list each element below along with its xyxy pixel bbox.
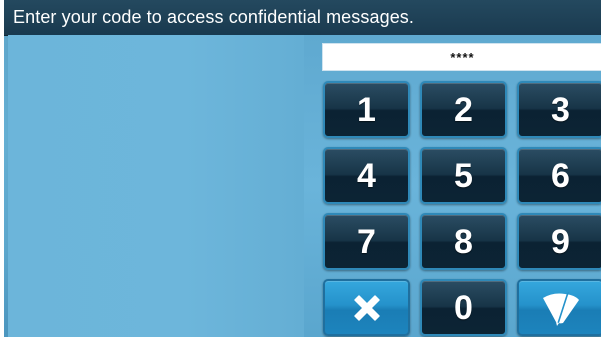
key-7[interactable]: 7 xyxy=(323,213,410,270)
key-4[interactable]: 4 xyxy=(323,147,410,204)
key-5[interactable]: 5 xyxy=(420,147,507,204)
key-1[interactable]: 1 xyxy=(323,81,410,138)
key-label: 0 xyxy=(454,288,473,327)
page-title: Enter your code to access confidential m… xyxy=(13,7,415,27)
code-input[interactable]: **** xyxy=(322,43,601,71)
key-2[interactable]: 2 xyxy=(420,81,507,138)
code-entry-screen: Enter your code to access confidential m… xyxy=(0,0,605,341)
eraser-icon xyxy=(539,289,583,327)
key-6[interactable]: 6 xyxy=(517,147,601,204)
key-label: 5 xyxy=(454,156,473,195)
key-label: 3 xyxy=(551,90,570,129)
key-9[interactable]: 9 xyxy=(517,213,601,270)
close-icon xyxy=(349,290,385,326)
key-8[interactable]: 8 xyxy=(420,213,507,270)
key-label: 9 xyxy=(551,222,570,261)
key-label: 4 xyxy=(357,156,376,195)
key-0[interactable]: 0 xyxy=(420,279,507,336)
key-label: 8 xyxy=(454,222,473,261)
key-label: 2 xyxy=(454,90,473,129)
left-panel xyxy=(8,35,304,337)
clear-button[interactable] xyxy=(323,279,410,336)
erase-button[interactable] xyxy=(517,279,601,336)
key-label: 1 xyxy=(357,90,376,129)
key-label: 7 xyxy=(357,222,376,261)
key-label: 6 xyxy=(551,156,570,195)
key-3[interactable]: 3 xyxy=(517,81,601,138)
title-bar: Enter your code to access confidential m… xyxy=(4,0,601,36)
